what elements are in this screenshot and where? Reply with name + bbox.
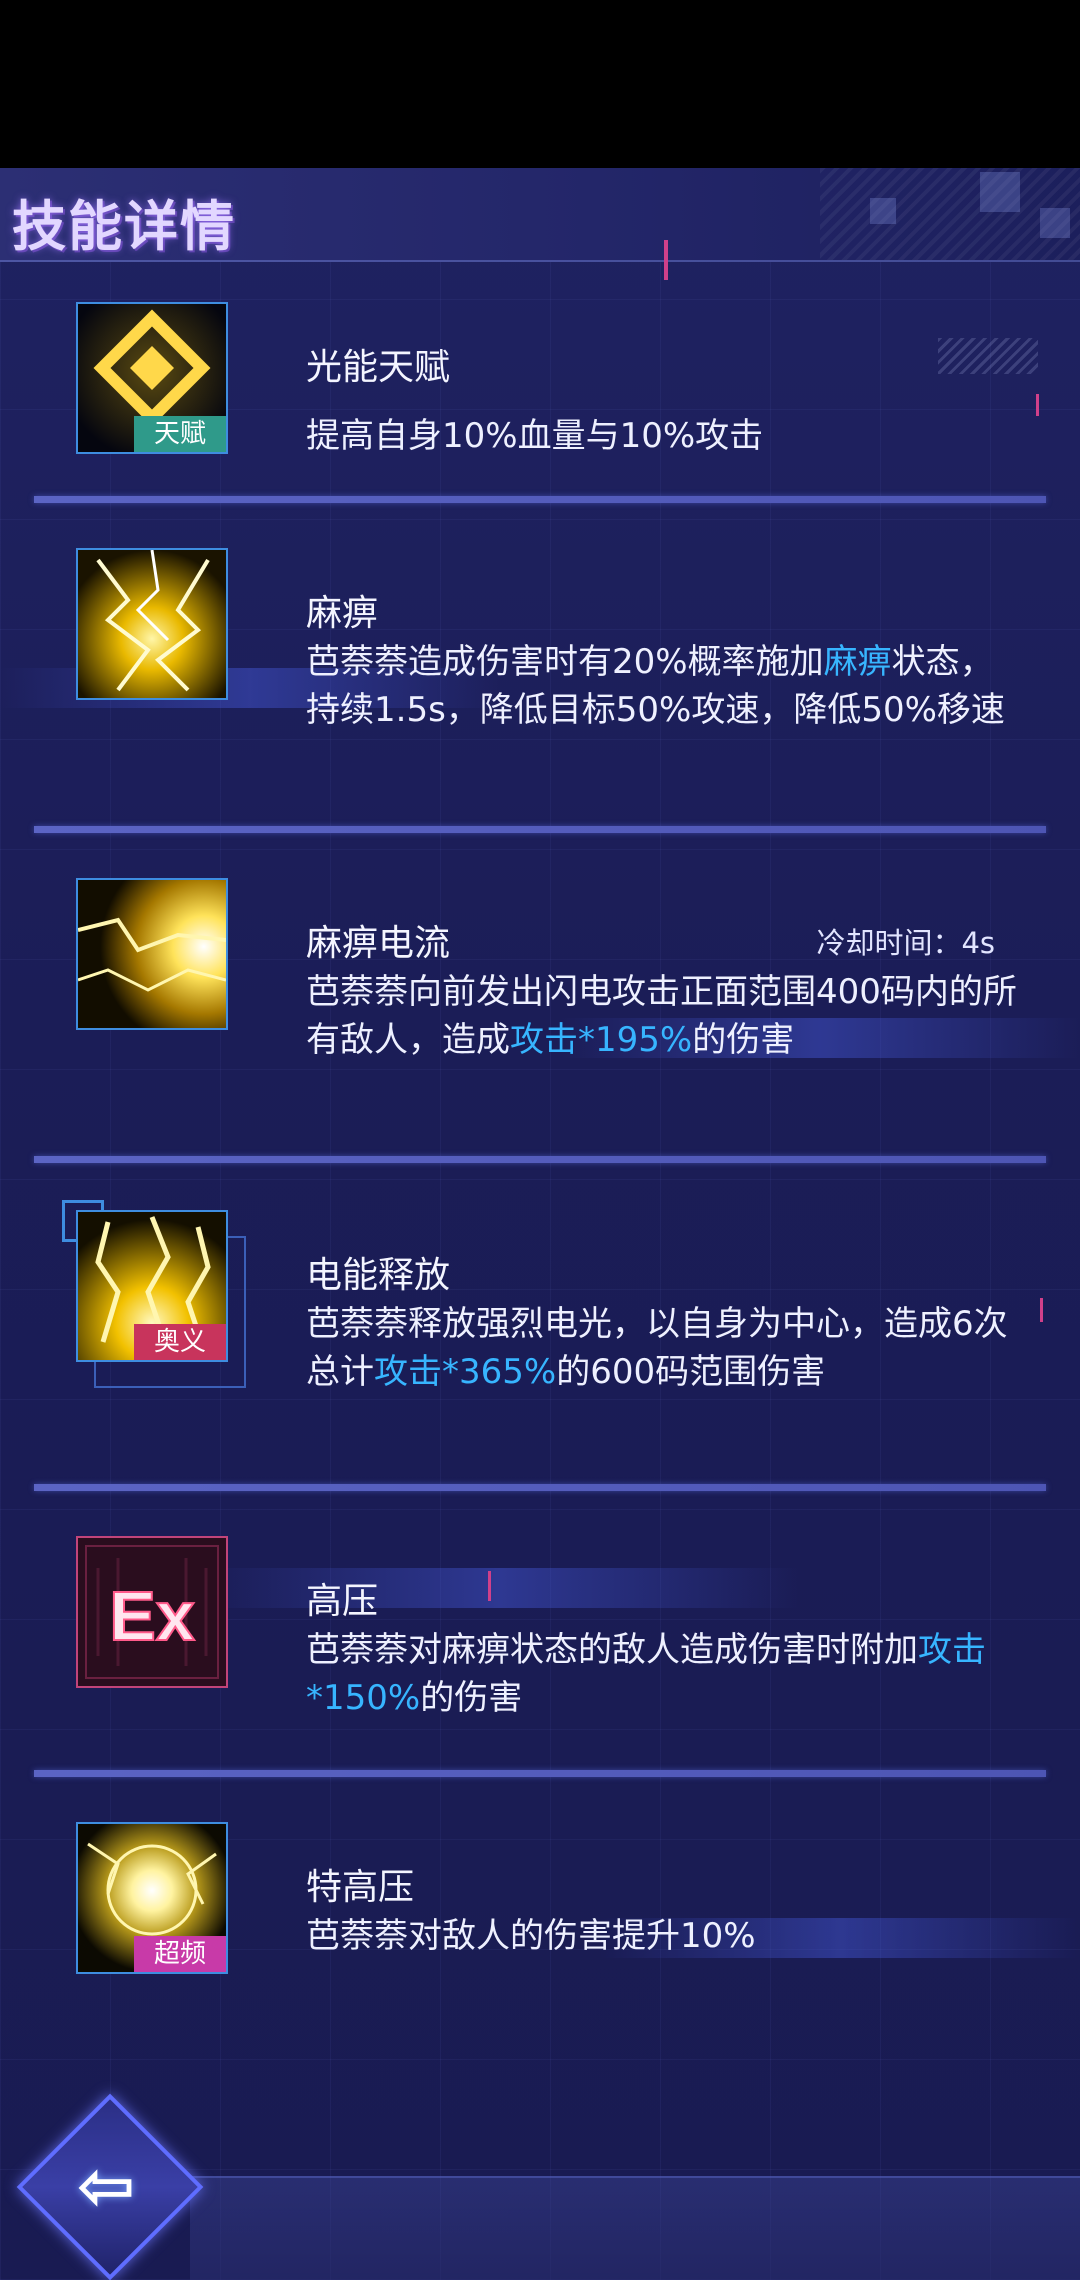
desc-highlight: 攻击*365% xyxy=(374,1352,557,1392)
skill-name: 麻痹 xyxy=(306,593,379,634)
header: 技能详情 xyxy=(0,168,1080,262)
skill-description: 芭萘萘对敌人的伤害提升10% xyxy=(306,1912,1018,1960)
talent-badge: 天赋 xyxy=(134,416,226,452)
desc-highlight: 麻痹 xyxy=(823,642,892,682)
electric-current-icon xyxy=(78,880,226,1028)
skill-name: 特高压 xyxy=(306,1867,415,1908)
skill-icon-release: 奥义 xyxy=(76,1210,228,1362)
overclock-badge: 超频 xyxy=(134,1936,226,1972)
deco-line xyxy=(664,240,668,280)
desc-text: 的600码范围伤害 xyxy=(556,1352,826,1392)
desc-text: 芭萘萘造成伤害时有20%概率施加 xyxy=(306,642,824,682)
skill-description: 提高自身10%血量与10%攻击 xyxy=(306,412,1018,460)
desc-text: 芭萘萘对敌人的伤害提升10% xyxy=(306,1916,756,1956)
desc-text: 提高自身10%血量与10%攻击 xyxy=(306,416,764,456)
deco-line xyxy=(1036,394,1039,416)
status-bar-area xyxy=(0,0,1080,168)
skill-name: 电能释放 xyxy=(306,1255,451,1296)
skill-name: 高压 xyxy=(306,1581,379,1622)
skill-details-screen: 技能详情 天赋 光能天赋 提高自身10%血量与10%攻击 麻痹 芭萘萘造成伤害时… xyxy=(0,168,1080,2280)
ultimate-badge: 奥义 xyxy=(134,1324,226,1360)
desc-text: 芭萘萘对麻痹状态的敌人造成伤害时附加 xyxy=(306,1630,918,1670)
skill-icon-super-voltage: 超频 xyxy=(76,1822,228,1974)
cooldown-label: 冷却时间：4s xyxy=(816,926,995,960)
bottom-bar xyxy=(190,2176,1080,2280)
deco-line xyxy=(488,1571,491,1601)
skill-name: 光能天赋 xyxy=(306,347,451,388)
ex-emblem-icon: Ex xyxy=(78,1538,226,1686)
deco-line xyxy=(1040,1298,1043,1322)
deco-square xyxy=(870,198,896,224)
desc-text: 的伤害 xyxy=(692,1020,795,1060)
deco-square xyxy=(1040,208,1070,238)
skill-description: 芭萘萘造成伤害时有20%概率施加麻痹状态，持续1.5s，降低目标50%攻速，降低… xyxy=(306,638,1018,734)
bg-glow xyxy=(200,1568,800,1608)
skill-icon-ex: Ex xyxy=(76,1536,228,1688)
ex-text: Ex xyxy=(109,1577,195,1655)
back-button[interactable]: ⇦ xyxy=(16,2093,204,2280)
page-title: 技能详情 xyxy=(12,195,236,258)
skill-icon-current xyxy=(76,878,228,1030)
skill-description: 芭萘萘对麻痹状态的敌人造成伤害时附加攻击*150%的伤害 xyxy=(306,1626,1018,1722)
desc-text: 的伤害 xyxy=(420,1678,523,1718)
back-arrow-icon: ⇦ xyxy=(76,2145,136,2227)
skill-name: 麻痹电流 xyxy=(306,923,451,964)
divider xyxy=(34,496,1046,503)
skill-description: 芭萘萘向前发出闪电攻击正面范围400码内的所有敌人，造成攻击*195%的伤害 xyxy=(306,968,1018,1064)
divider xyxy=(34,1484,1046,1491)
skill-icon-talent: 天赋 xyxy=(76,302,228,454)
deco-square xyxy=(980,172,1020,212)
lightning-burst-icon xyxy=(78,550,226,698)
divider xyxy=(34,1156,1046,1163)
deco-hatch xyxy=(938,338,1038,374)
divider xyxy=(34,826,1046,833)
desc-highlight: 攻击*195% xyxy=(510,1020,693,1060)
skill-icon-paralysis xyxy=(76,548,228,700)
skill-description: 芭萘萘释放强烈电光，以自身为中心，造成6次总计攻击*365%的600码范围伤害 xyxy=(306,1300,1018,1396)
divider xyxy=(34,1770,1046,1777)
